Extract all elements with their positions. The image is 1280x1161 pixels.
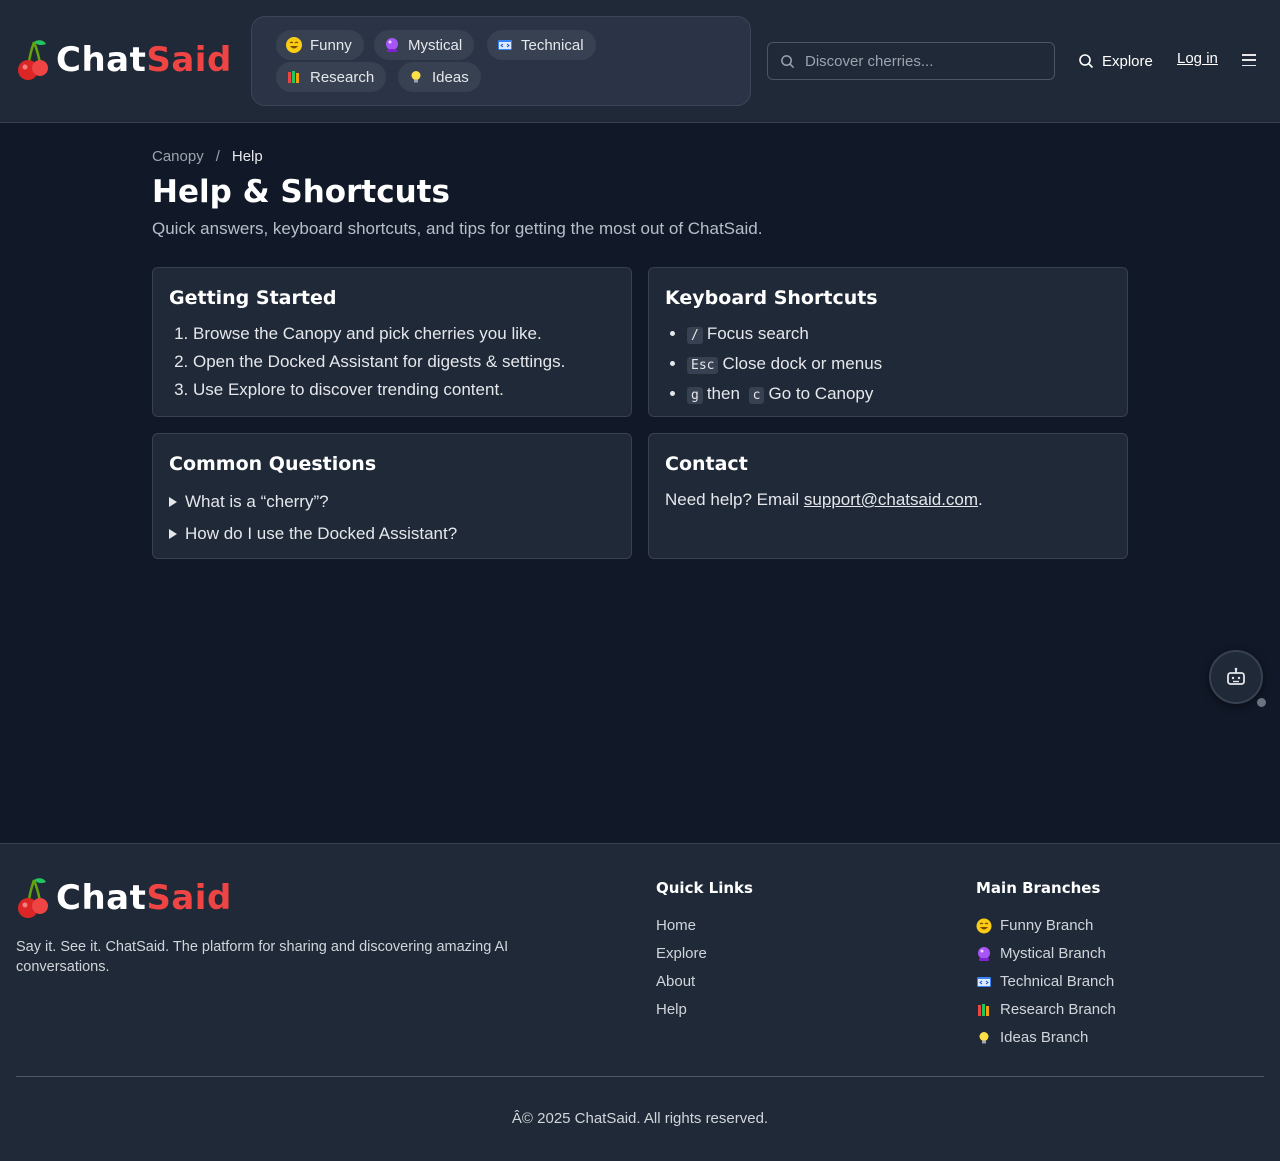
breadcrumb-current: Help — [231, 148, 263, 165]
list-item: EscClose dock or menus — [687, 350, 1111, 380]
hamburger-menu-icon[interactable] — [1242, 54, 1256, 66]
search-icon — [781, 54, 795, 68]
quick-links-column: Quick Links Home Explore About Help — [656, 878, 753, 1024]
faq-item-docked-assistant[interactable]: How do I use the Docked Assistant? — [169, 518, 615, 550]
shortcut-key: g — [687, 387, 703, 404]
branch-chip-mystical[interactable]: Mystical — [374, 30, 475, 60]
branch-chip-funny[interactable]: Funny — [276, 30, 364, 60]
list-item: Browse the Canopy and pick cherries you … — [193, 320, 615, 348]
breadcrumb-separator: / — [215, 148, 220, 165]
crystal-ball-icon — [978, 947, 990, 961]
lightbulb-icon — [408, 69, 424, 85]
copyright-text: Â© 2025 ChatSaid. All rights reserved. — [511, 1110, 769, 1127]
books-icon — [978, 1004, 989, 1016]
footer-link-technical-branch[interactable]: Technical Branch — [976, 968, 1116, 996]
logo-text: ChatSaid — [56, 878, 232, 918]
shortcut-key: c — [748, 387, 765, 404]
common-questions-card: Common Questions What is a “cherry”? How… — [152, 433, 632, 559]
branch-chip-research[interactable]: Research — [276, 62, 387, 92]
search-input[interactable] — [805, 52, 1035, 70]
footer-divider — [16, 1076, 1264, 1077]
logo-link[interactable]: ChatSaid — [16, 38, 232, 82]
shortcut-key: / — [687, 327, 703, 344]
page-title: Help & Shortcuts — [152, 174, 450, 210]
breadcrumb: Canopy / Help — [152, 148, 263, 165]
card-title: Getting Started — [169, 287, 337, 309]
logo-text: ChatSaid — [56, 40, 232, 80]
card-title: Keyboard Shortcuts — [665, 287, 878, 309]
footer-link-mystical-branch[interactable]: Mystical Branch — [976, 940, 1116, 968]
site-footer: ChatSaid Say it. See it. ChatSaid. The p… — [0, 843, 1280, 1161]
footer-link-home[interactable]: Home — [656, 912, 753, 940]
explore-button[interactable]: Explore — [1078, 50, 1153, 72]
books-icon — [286, 69, 302, 85]
footer-description: Say it. See it. ChatSaid. The platform f… — [16, 939, 509, 975]
search-box — [767, 42, 1055, 80]
breadcrumb-canopy-link[interactable]: Canopy — [152, 148, 204, 165]
crystal-ball-icon — [384, 37, 400, 53]
footer-link-help[interactable]: Help — [656, 996, 753, 1024]
steps-list: Browse the Canopy and pick cherries you … — [169, 320, 615, 404]
getting-started-card: Getting Started Browse the Canopy and pi… — [152, 267, 632, 417]
search-icon — [1079, 54, 1094, 69]
card-title: Contact — [665, 453, 748, 475]
shortcut-key: Esc — [687, 357, 719, 374]
docked-assistant-button[interactable] — [1209, 650, 1263, 704]
status-dot — [1257, 698, 1266, 707]
faq-item-cherry[interactable]: What is a “cherry”? — [169, 486, 615, 518]
cherry-icon — [18, 40, 48, 80]
site-header: ChatSaid Funny Mystical Technical Resear… — [0, 0, 1280, 123]
main-branches-column: Main Branches Funny Branch Mystical Bran… — [976, 878, 1116, 1052]
branch-selector: Funny Mystical Technical Research Ideas — [251, 16, 751, 106]
laughing-emoji-icon — [286, 37, 302, 53]
support-email-link[interactable]: support@chatsaid.com — [804, 490, 978, 509]
lightbulb-icon — [979, 1032, 989, 1044]
disclosure-triangle-icon — [169, 529, 177, 539]
page-subtitle: Quick answers, keyboard shortcuts, and t… — [152, 219, 763, 238]
footer-link-explore[interactable]: Explore — [656, 940, 753, 968]
list-item: Use Explore to discover trending content… — [193, 376, 615, 404]
footer-heading: Quick Links — [656, 879, 753, 897]
footer-link-funny-branch[interactable]: Funny Branch — [976, 912, 1116, 940]
contact-card: Contact Need help? Email support@chatsai… — [648, 433, 1128, 559]
footer-heading: Main Branches — [976, 879, 1101, 897]
footer-link-research-branch[interactable]: Research Branch — [976, 996, 1116, 1024]
contact-text: Need help? Email support@chatsaid.com. — [665, 490, 983, 509]
disclosure-triangle-icon — [169, 497, 177, 507]
card-title: Common Questions — [169, 453, 377, 475]
keyboard-shortcuts-card: Keyboard Shortcuts /Focus search EscClos… — [648, 267, 1128, 417]
footer-link-about[interactable]: About — [656, 968, 753, 996]
robot-icon — [1227, 667, 1245, 685]
footer-logo[interactable]: ChatSaid — [16, 876, 232, 920]
footer-link-ideas-branch[interactable]: Ideas Branch — [976, 1024, 1116, 1052]
code-window-icon — [977, 977, 991, 987]
login-link[interactable]: Log in — [1177, 50, 1218, 67]
explore-label: Explore — [1102, 52, 1153, 70]
cherry-icon — [18, 878, 48, 918]
branch-chip-technical[interactable]: Technical — [487, 30, 596, 60]
list-item: /Focus search — [687, 320, 1111, 350]
laughing-emoji-icon — [976, 918, 992, 934]
list-item: Open the Docked Assistant for digests & … — [193, 348, 615, 376]
branch-chip-ideas[interactable]: Ideas — [398, 62, 481, 92]
shortcuts-list: /Focus search EscClose dock or menus gth… — [665, 320, 1111, 410]
code-window-icon — [497, 37, 513, 53]
list-item: gthen cGo to Canopy — [687, 380, 1111, 410]
